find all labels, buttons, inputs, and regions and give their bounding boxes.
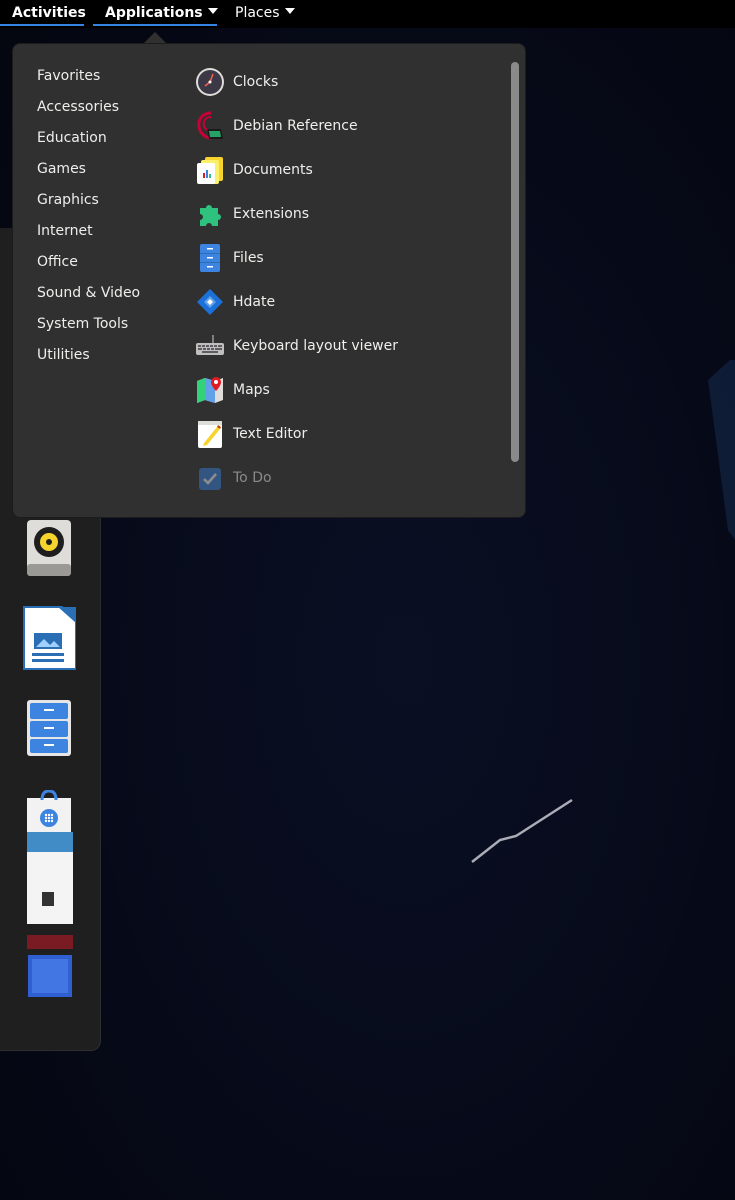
top-bar: Activities Applications Places xyxy=(0,0,735,28)
app-text-editor[interactable]: Text Editor xyxy=(195,417,495,451)
menu-pointer xyxy=(144,32,166,43)
partial-icon xyxy=(27,935,73,997)
extensions-icon xyxy=(200,205,221,226)
menu-scrollbar[interactable] xyxy=(511,62,519,462)
chevron-down-icon xyxy=(207,8,218,14)
dock-item-glitched-2[interactable] xyxy=(22,935,76,1001)
files-icon xyxy=(27,700,71,756)
category-office[interactable]: Office xyxy=(37,252,78,272)
dock-item-writer[interactable] xyxy=(22,605,77,671)
category-internet[interactable]: Internet xyxy=(37,221,93,241)
wallpaper-streak-right xyxy=(708,360,735,540)
app-hdate[interactable]: Hdate xyxy=(195,285,495,319)
hdate-icon xyxy=(197,289,223,315)
wallpaper-streak xyxy=(471,798,573,863)
category-accessories[interactable]: Accessories xyxy=(37,97,119,117)
applications-underline xyxy=(93,24,217,26)
chevron-down-icon xyxy=(284,8,295,14)
partial-icon xyxy=(27,832,73,924)
libreoffice-writer-icon xyxy=(23,606,77,670)
todo-icon xyxy=(199,468,221,490)
applications-menu-button[interactable]: Applications xyxy=(95,0,228,26)
maps-icon xyxy=(197,377,223,403)
app-documents[interactable]: Documents xyxy=(195,153,495,187)
app-clocks[interactable]: Clocks xyxy=(195,65,495,99)
category-sound-video[interactable]: Sound & Video xyxy=(37,283,140,303)
documents-icon xyxy=(197,157,223,184)
applications-menu: Favorites Accessories Education Games Gr… xyxy=(12,43,526,518)
places-menu-button[interactable]: Places xyxy=(225,0,305,26)
dock-item-glitched-1[interactable] xyxy=(22,832,76,924)
rhythmbox-icon xyxy=(27,520,71,576)
app-debian-reference[interactable]: Debian Reference xyxy=(195,109,495,143)
app-keyboard-layout-viewer[interactable]: Keyboard layout viewer xyxy=(195,329,495,363)
category-games[interactable]: Games xyxy=(37,159,86,179)
dock-item-files[interactable] xyxy=(22,698,76,764)
category-system-tools[interactable]: System Tools xyxy=(37,314,128,334)
dock-item-rhythmbox[interactable] xyxy=(22,518,76,584)
files-icon xyxy=(200,244,220,272)
app-to-do[interactable]: To Do xyxy=(195,461,495,495)
debian-reference-icon xyxy=(197,111,223,140)
category-utilities[interactable]: Utilities xyxy=(37,345,90,365)
activities-underline xyxy=(0,24,84,26)
category-graphics[interactable]: Graphics xyxy=(37,190,99,210)
category-favorites[interactable]: Favorites xyxy=(37,66,100,86)
app-files[interactable]: Files xyxy=(195,241,495,275)
app-maps[interactable]: Maps xyxy=(195,373,495,407)
activities-button[interactable]: Activities xyxy=(2,0,96,26)
app-extensions[interactable]: Extensions xyxy=(195,197,495,231)
software-icon xyxy=(27,789,71,832)
text-editor-icon xyxy=(198,421,222,448)
clock-icon xyxy=(196,68,224,96)
keyboard-icon xyxy=(196,335,224,355)
category-education[interactable]: Education xyxy=(37,128,107,148)
